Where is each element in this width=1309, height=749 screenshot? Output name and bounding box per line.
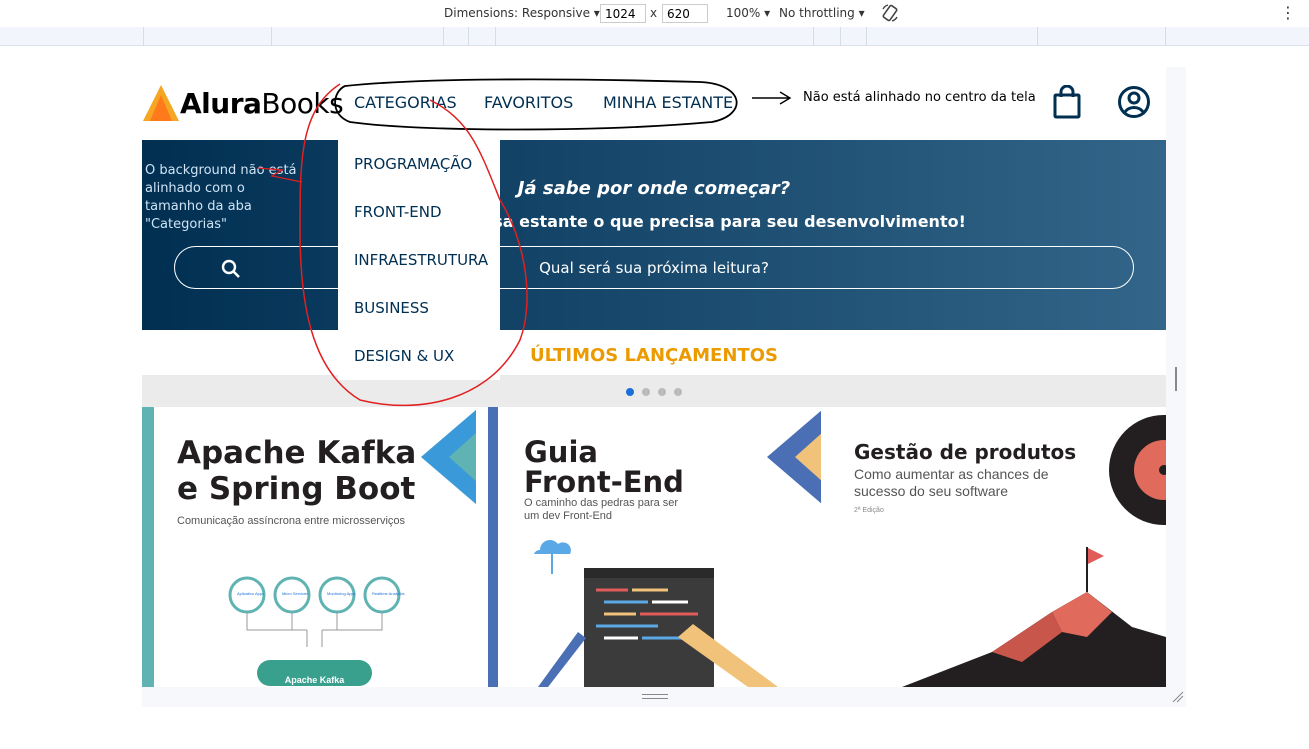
alignment-annotation: Não está alinhado no centro da tela: [803, 90, 1036, 105]
annotation-layer: [257, 78, 792, 407]
